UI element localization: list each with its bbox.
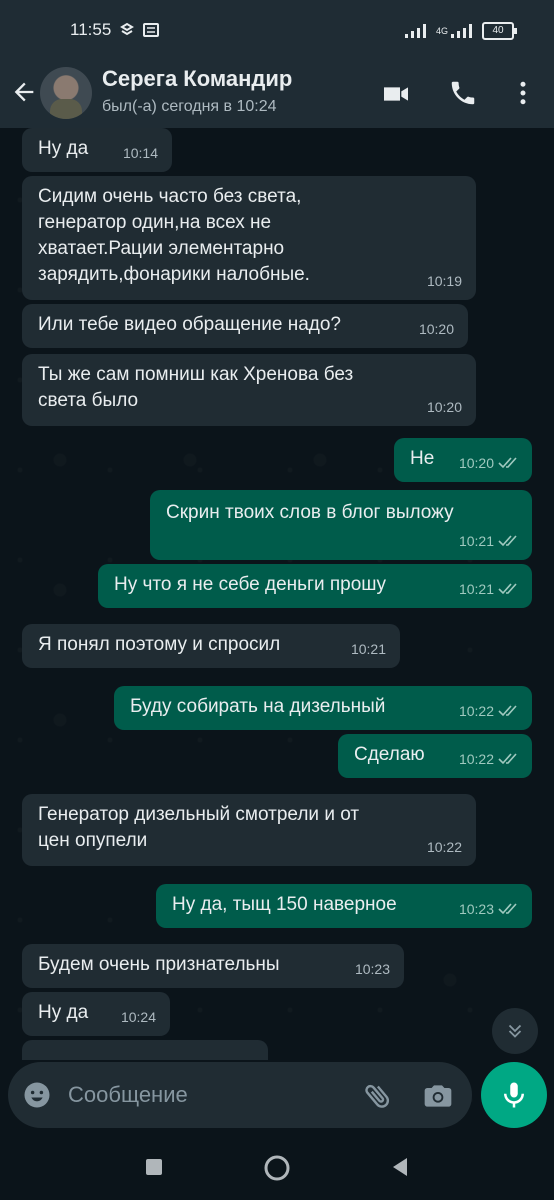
message-text: Ну что я не себе деньги прошу [114,574,387,595]
message-time: 10:24 [120,1009,156,1025]
message-input[interactable]: Сообщение [68,1082,188,1108]
message-text: Не [410,448,435,469]
double-check-icon [498,903,517,915]
message-outgoing[interactable]: Скрин твоих слов в блог выложу 10:21 [150,490,532,560]
status-bar: 11:55 4G 40 [0,0,554,60]
double-check-icon [498,535,517,547]
message-outgoing[interactable]: Ну да, тыщ 150 наверное 10:23 [156,884,532,928]
avatar[interactable] [40,67,92,119]
message-time: 10:20 [458,455,494,471]
message-text: Генератор дизельный смотрели и от цен оп… [38,804,360,851]
message-time: 10:21 [458,533,494,549]
back-nav-icon[interactable] [389,1156,409,1183]
double-check-icon [498,705,517,717]
message-outgoing[interactable]: Сделаю 10:22 [338,734,532,778]
message-outgoing[interactable]: Буду собирать на дизельный 10:22 [114,686,532,730]
battery-icon: 40 [482,22,517,40]
emoji-icon[interactable] [22,1080,52,1115]
message-time: 10:19 [426,273,462,289]
message-time: 10:22 [426,839,462,855]
message-time: 10:21 [458,581,494,597]
message-time: 10:23 [354,961,390,977]
signal-icon [404,24,426,38]
system-nav-bar [0,1134,554,1200]
paperclip-icon[interactable] [362,1080,394,1117]
mic-button[interactable] [481,1062,547,1128]
message-text: Ты же сам помниш как Хренова без света б… [38,364,354,411]
message-time: 10:20 [418,321,454,337]
message-list[interactable]: Ну да 10:14 Сидим очень часто без света,… [0,128,554,1060]
camera-icon[interactable] [422,1080,454,1117]
message-time: 10:23 [458,901,494,917]
status-right: 4G 40 [404,22,517,40]
scroll-to-bottom-button[interactable] [492,1008,538,1054]
message-incoming[interactable]: Или тебе видео обращение надо? 10:20 [22,304,468,348]
last-seen-status: был(-а) сегодня в 10:24 [102,98,277,115]
double-check-icon [498,753,517,765]
message-time: 10:21 [350,641,386,657]
message-text: Будем очень признательны [38,954,280,975]
recents-icon[interactable] [145,1158,163,1181]
message-time: 10:14 [122,145,158,161]
message-time: 10:22 [458,703,494,719]
notification-icons [120,22,160,43]
message-time: 10:20 [426,399,462,415]
status-time: 11:55 [70,20,112,39]
video-call-icon[interactable] [380,78,412,115]
message-incoming[interactable]: Будем очень признательны 10:23 [22,944,404,988]
message-incoming[interactable]: Сидим очень часто без света, генератор о… [22,176,476,300]
network-type: 4G [435,26,448,36]
message-text: Или тебе видео обращение надо? [38,314,341,335]
message-outgoing[interactable]: Ну что я не себе деньги прошу 10:21 [98,564,532,608]
message-text: Ну да [38,1002,89,1023]
message-text: Буду собирать на дизельный [130,696,386,717]
arrow-left-icon[interactable] [10,78,38,111]
message-outgoing[interactable]: Не 10:20 [394,438,532,482]
message-text: Сделаю [354,744,425,765]
message-incoming[interactable]: Генератор дизельный смотрели и от цен оп… [22,794,476,866]
message-incoming[interactable]: Ну да 10:24 [22,992,170,1036]
message-composer: Сообщение [8,1062,472,1128]
mic-icon [504,1082,524,1108]
message-incoming[interactable]: Ты же сам помниш как Хренова без света б… [22,354,476,426]
message-text: Ну да, тыщ 150 наверное [172,894,397,915]
message-incoming[interactable]: Ну да 10:14 [22,128,172,172]
signal-icon-2 [451,24,472,38]
message-text: Сидим очень часто без света, генератор о… [38,186,310,285]
double-chevron-down-icon [508,1024,522,1038]
message-incoming[interactable]: Я понял поэтому и спросил 10:21 [22,624,400,668]
chat-header: Серега Командир был(-а) сегодня в 10:24 [0,60,554,128]
message-text: Ну да [38,138,89,159]
phone-icon[interactable] [448,78,478,113]
message-text: Скрин твоих слов в блог выложу [166,502,454,523]
message-text: Я понял поэтому и спросил [38,634,281,655]
more-vert-icon[interactable] [508,78,538,113]
contact-name[interactable]: Серега Командир [102,66,292,92]
message-incoming-partial[interactable] [22,1040,268,1060]
double-check-icon [498,583,517,595]
message-time: 10:22 [458,751,494,767]
home-icon[interactable] [263,1154,291,1187]
double-check-icon [498,457,517,469]
